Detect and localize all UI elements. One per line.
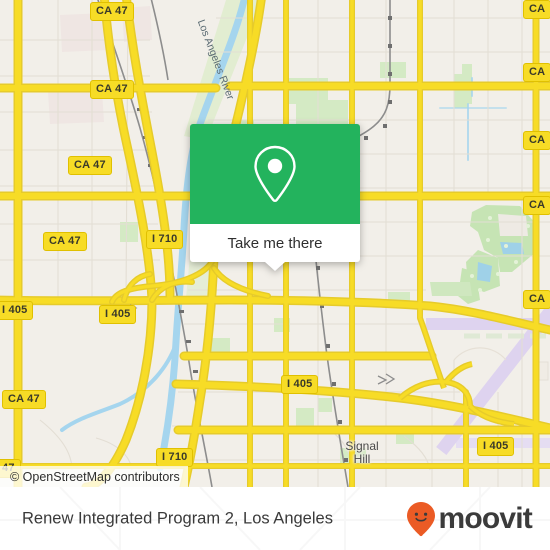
map-screenshot: Los Angeles River Signal Hill CA 47 CA 4… — [0, 0, 550, 550]
shield-i-710-upper[interactable]: I 710 — [146, 230, 184, 249]
popup-marker-area — [190, 124, 360, 224]
location-popup-card[interactable]: Take me there — [190, 124, 360, 271]
take-me-there-label: Take me there — [227, 234, 323, 252]
map-viewport[interactable]: Los Angeles River Signal Hill CA 47 CA 4… — [0, 0, 550, 487]
shield-ca-47-top[interactable]: CA 47 — [90, 2, 134, 21]
shield-i-405-center[interactable]: I 405 — [99, 305, 137, 324]
page-title: Renew Integrated Program 2, Los Angeles — [22, 509, 333, 527]
shield-ca-47-bottomleft[interactable]: CA 47 — [2, 390, 46, 409]
popup-pointer — [265, 262, 285, 271]
shield-i-710-lower[interactable]: I 710 — [156, 448, 194, 467]
moovit-wordmark: moovit — [438, 501, 532, 535]
shield-ca-edge-4[interactable]: CA — [523, 196, 550, 215]
shield-ca-edge-1[interactable]: CA — [523, 0, 550, 19]
shield-ca-47-lower[interactable]: CA 47 — [43, 232, 87, 251]
place-label-signal-hill: Signal Hill — [345, 439, 379, 466]
map-pin-icon — [254, 145, 296, 203]
shield-i-405-left[interactable]: I 405 — [0, 301, 34, 320]
shield-i-405-mid[interactable]: I 405 — [281, 375, 319, 394]
shield-ca-edge-5[interactable]: CA — [523, 290, 550, 309]
shield-i-405-right[interactable]: I 405 — [477, 437, 515, 456]
osm-attribution[interactable]: © OpenStreetMap contributors — [0, 466, 188, 487]
moovit-smiley-pin-icon — [407, 501, 436, 536]
shield-ca-47-upper[interactable]: CA 47 — [90, 80, 134, 99]
shield-ca-edge-2[interactable]: CA — [523, 63, 550, 82]
osm-attribution-text: © OpenStreetMap contributors — [10, 469, 180, 484]
footer-bar: Renew Integrated Program 2, Los Angeles … — [0, 487, 550, 550]
popup-action-bar[interactable]: Take me there — [190, 224, 360, 271]
moovit-brand[interactable]: moovit — [406, 501, 533, 537]
shield-ca-47-mid[interactable]: CA 47 — [68, 156, 112, 175]
shield-ca-edge-3[interactable]: CA — [523, 131, 550, 150]
